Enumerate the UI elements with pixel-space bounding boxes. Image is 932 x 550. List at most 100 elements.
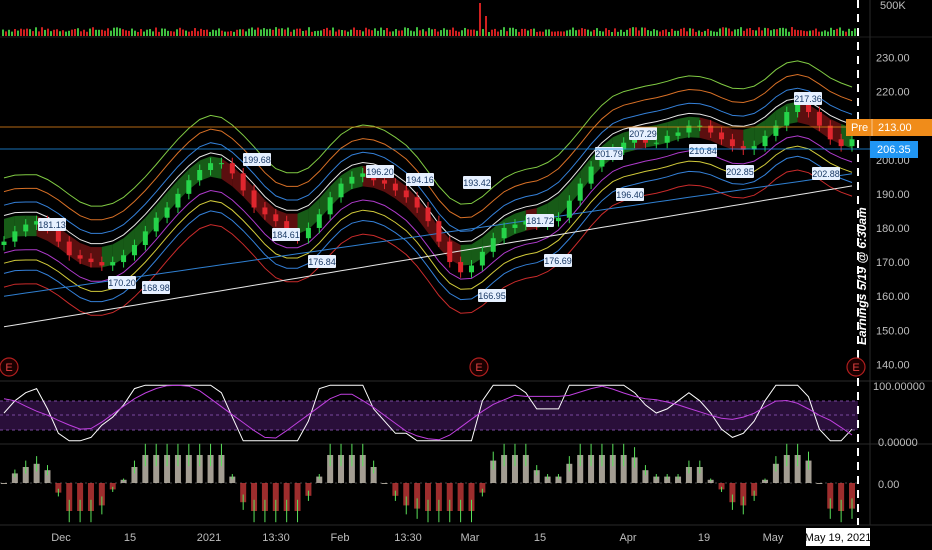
volume-bar — [434, 28, 436, 36]
volume-bar — [377, 30, 379, 36]
volume-bar — [440, 30, 442, 36]
volume-bar — [167, 30, 169, 36]
candle-body — [197, 169, 203, 181]
volume-bar — [134, 30, 136, 36]
volume-bar — [98, 29, 100, 36]
volume-bar — [521, 28, 523, 36]
volume-bar — [494, 28, 496, 36]
candle-body — [131, 245, 137, 256]
volume-bar — [242, 29, 244, 36]
volume-bar — [32, 31, 34, 36]
chart-canvas[interactable]: 181.13 170.20 168.98 199.68 184.61 176.84 196.… — [0, 0, 932, 550]
candle-body — [121, 255, 127, 263]
volume-bar — [269, 28, 271, 36]
candle-body — [653, 142, 659, 144]
volume-bar — [284, 29, 286, 36]
volume-bar — [221, 30, 223, 36]
volume-bar — [23, 29, 25, 36]
callout-label: 194.16 — [406, 175, 434, 185]
volume-bar — [341, 29, 343, 36]
volume-bar — [359, 30, 361, 36]
volume-bar — [89, 28, 91, 36]
volume-bar — [365, 27, 367, 36]
earnings-badge-1[interactable]: E — [0, 357, 19, 377]
price-chart[interactable]: 181.13 170.20 168.98 199.68 184.61 176.84 196.… — [0, 0, 932, 550]
volume-bar — [56, 29, 58, 36]
price-tick-label: 180.00 — [876, 223, 910, 235]
volume-bar — [515, 29, 517, 36]
candle-body — [719, 132, 725, 140]
volume-bar — [725, 27, 727, 36]
volume-bar — [176, 29, 178, 36]
candle-body — [175, 193, 181, 208]
volume-bar — [230, 31, 232, 36]
volume-bar — [239, 29, 241, 36]
volume-bar — [605, 28, 607, 36]
candle-body — [251, 190, 257, 208]
candle-body — [316, 214, 322, 228]
volume-bar — [170, 31, 172, 36]
candle-body — [479, 251, 485, 266]
volume-bar — [104, 30, 106, 36]
volume-bar — [788, 31, 790, 36]
volume-bar — [791, 27, 793, 36]
volume-bar — [530, 29, 532, 36]
volume-bar — [227, 31, 229, 36]
volume-bar — [410, 30, 412, 36]
candle-body — [697, 125, 703, 127]
volume-bar — [311, 31, 313, 36]
volume-bar — [593, 29, 595, 36]
volume-bar — [704, 30, 706, 36]
volume-bar — [143, 31, 145, 36]
volume-bar — [209, 31, 211, 36]
volume-bar — [629, 28, 631, 36]
volume-bar — [833, 29, 835, 36]
volume-bar — [854, 28, 856, 36]
volume-bar — [392, 31, 394, 36]
volume-bar — [344, 30, 346, 36]
candle-body — [392, 183, 398, 191]
volume-bar — [317, 30, 319, 36]
volume-bar — [185, 30, 187, 36]
volume-bar — [683, 27, 685, 36]
volume-bar — [611, 31, 613, 36]
candle-body — [827, 125, 833, 140]
volume-bar — [752, 30, 754, 36]
volume-bar — [806, 31, 808, 36]
time-tick-label: 13:30 — [394, 532, 422, 544]
volume-bar — [395, 29, 397, 36]
candle-body — [23, 224, 29, 232]
volume-bar — [335, 31, 337, 36]
volume-bar — [140, 29, 142, 36]
volume-bar — [728, 28, 730, 36]
volume-bar — [479, 3, 481, 36]
volume-bar — [287, 27, 289, 36]
volume-bar — [17, 30, 19, 36]
volume-bar — [539, 31, 541, 36]
volume-bar — [842, 30, 844, 36]
volume-bar — [422, 29, 424, 36]
earnings-badge-3[interactable]: E — [846, 357, 866, 377]
volume-bar — [215, 30, 217, 36]
candle-body — [338, 183, 344, 198]
volume-bar — [485, 16, 487, 36]
volume-bar — [389, 31, 391, 36]
earnings-badge-2[interactable]: E — [469, 357, 489, 377]
volume-bar — [275, 27, 277, 36]
volume-bar — [194, 28, 196, 36]
volume-bar — [506, 31, 508, 36]
volume-bar — [146, 29, 148, 36]
callout-label: 196.40 — [616, 190, 644, 200]
volume-bar — [647, 30, 649, 36]
volume-bar — [560, 31, 562, 36]
momentum-bar — [816, 483, 823, 484]
momentum-bar — [381, 483, 388, 484]
time-tick-label: Dec — [51, 532, 71, 544]
volume-bar — [260, 29, 262, 36]
volume-bar — [200, 28, 202, 36]
candle-body — [555, 217, 561, 222]
candle-body — [501, 227, 507, 239]
candle-body — [566, 200, 572, 218]
volume-bar — [599, 30, 601, 36]
volume-bar — [482, 29, 484, 36]
